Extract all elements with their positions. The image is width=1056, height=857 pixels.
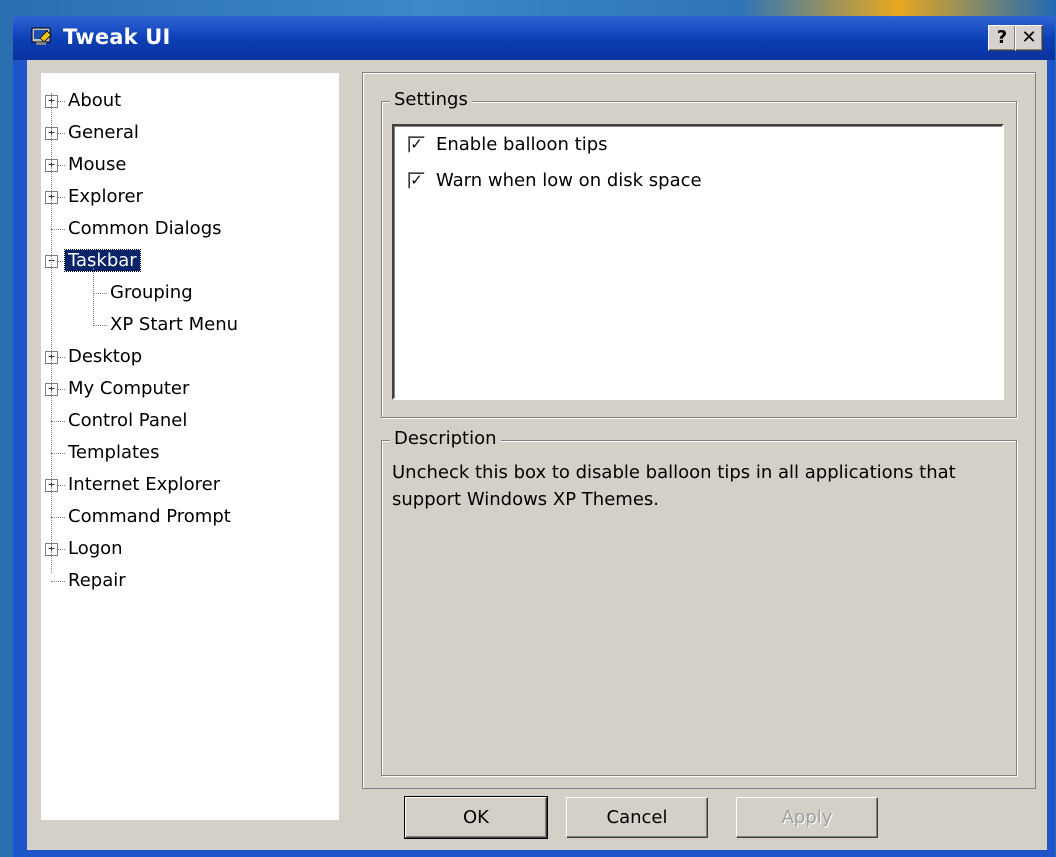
apply-button[interactable]: Apply — [736, 797, 878, 838]
cancel-button[interactable]: Cancel — [566, 797, 708, 838]
tree-item-label: General — [68, 122, 139, 143]
tree-connector — [93, 325, 107, 326]
tree-item-mouse[interactable]: Mouse — [65, 152, 129, 178]
tree-connector — [51, 517, 65, 518]
tree-item-label: Command Prompt — [68, 506, 231, 527]
tree-item-repair[interactable]: Repair — [65, 568, 129, 594]
tree-item-label: XP Start Menu — [110, 314, 239, 335]
tree-item-logon[interactable]: Logon — [65, 536, 126, 562]
setting-label: Warn when low on disk space — [436, 170, 702, 191]
checkbox[interactable]: ✓ — [408, 136, 425, 153]
tree-item-label: Control Panel — [68, 410, 188, 431]
tree-connector — [51, 421, 65, 422]
tree-item-label: Taskbar — [64, 249, 141, 272]
description-text: Uncheck this box to disable balloon tips… — [392, 462, 956, 510]
tree-item-label: Internet Explorer — [68, 474, 221, 495]
tree-spine — [51, 93, 52, 573]
setting-row[interactable]: ✓ Enable balloon tips — [408, 132, 988, 158]
tree-connector — [93, 293, 107, 294]
checkbox[interactable]: ✓ — [408, 172, 425, 189]
tree-child-spine — [93, 268, 94, 326]
tweakui-window: Tweak UI ? ✕ + About + General + Mouse + Explor… — [13, 16, 1055, 857]
tree-item-command-prompt[interactable]: Command Prompt — [65, 504, 234, 530]
tree-item-label: My Computer — [68, 378, 190, 399]
tree-item-explorer[interactable]: Explorer — [65, 184, 146, 210]
settings-groupbox: Settings ✓ Enable balloon tips ✓ Warn when … — [381, 89, 1017, 418]
tweakui-app-icon — [31, 27, 52, 45]
title-bar[interactable]: Tweak UI ? ✕ — [13, 16, 1055, 60]
tree-item-my-computer[interactable]: My Computer — [65, 376, 192, 402]
tree-item-general[interactable]: General — [65, 120, 142, 146]
setting-label: Enable balloon tips — [436, 134, 608, 155]
description-groupbox: Description Uncheck this box to disable … — [381, 428, 1017, 776]
tree-item-about[interactable]: About — [65, 88, 124, 114]
settings-title: Settings — [390, 89, 472, 110]
description-title: Description — [390, 428, 501, 449]
tree-item-common-dialogs[interactable]: Common Dialogs — [65, 216, 225, 242]
help-button[interactable]: ? — [988, 25, 1016, 51]
tree-item-templates[interactable]: Templates — [65, 440, 163, 466]
tree-item-grouping[interactable]: Grouping — [107, 280, 196, 306]
tree-item-label: Common Dialogs — [68, 218, 222, 239]
tree-item-label: About — [68, 90, 122, 111]
tree-item-internet-explorer[interactable]: Internet Explorer — [65, 472, 223, 498]
tree-item-label: Desktop — [68, 346, 143, 367]
tree-item-taskbar[interactable]: Taskbar — [64, 248, 141, 274]
dialog-client-area: + About + General + Mouse + Explorer Common Dial… — [27, 60, 1047, 850]
tree-item-label: Explorer — [68, 186, 143, 207]
tree-item-label: Mouse — [68, 154, 127, 175]
right-panel: Settings ✓ Enable balloon tips ✓ Warn when … — [362, 72, 1036, 789]
tree-item-label: Templates — [68, 442, 160, 463]
category-tree[interactable]: + About + General + Mouse + Explorer Common Dial… — [41, 73, 339, 820]
tree-item-label: Logon — [68, 538, 123, 559]
tree-item-label: Repair — [68, 570, 126, 591]
tree-item-desktop[interactable]: Desktop — [65, 344, 145, 370]
close-button[interactable]: ✕ — [1015, 25, 1043, 51]
setting-row[interactable]: ✓ Warn when low on disk space — [408, 168, 988, 194]
tree-connector — [51, 581, 65, 582]
tree-item-control-panel[interactable]: Control Panel — [65, 408, 190, 434]
window-title: Tweak UI — [63, 25, 171, 49]
tree-connector — [51, 229, 65, 230]
ok-button[interactable]: OK — [404, 796, 548, 839]
tree-item-label: Grouping — [110, 282, 193, 303]
tree-connector — [51, 453, 65, 454]
settings-list[interactable]: ✓ Enable balloon tips ✓ Warn when low on di… — [392, 124, 1004, 400]
tree-item-xp-start-menu[interactable]: XP Start Menu — [107, 312, 241, 338]
